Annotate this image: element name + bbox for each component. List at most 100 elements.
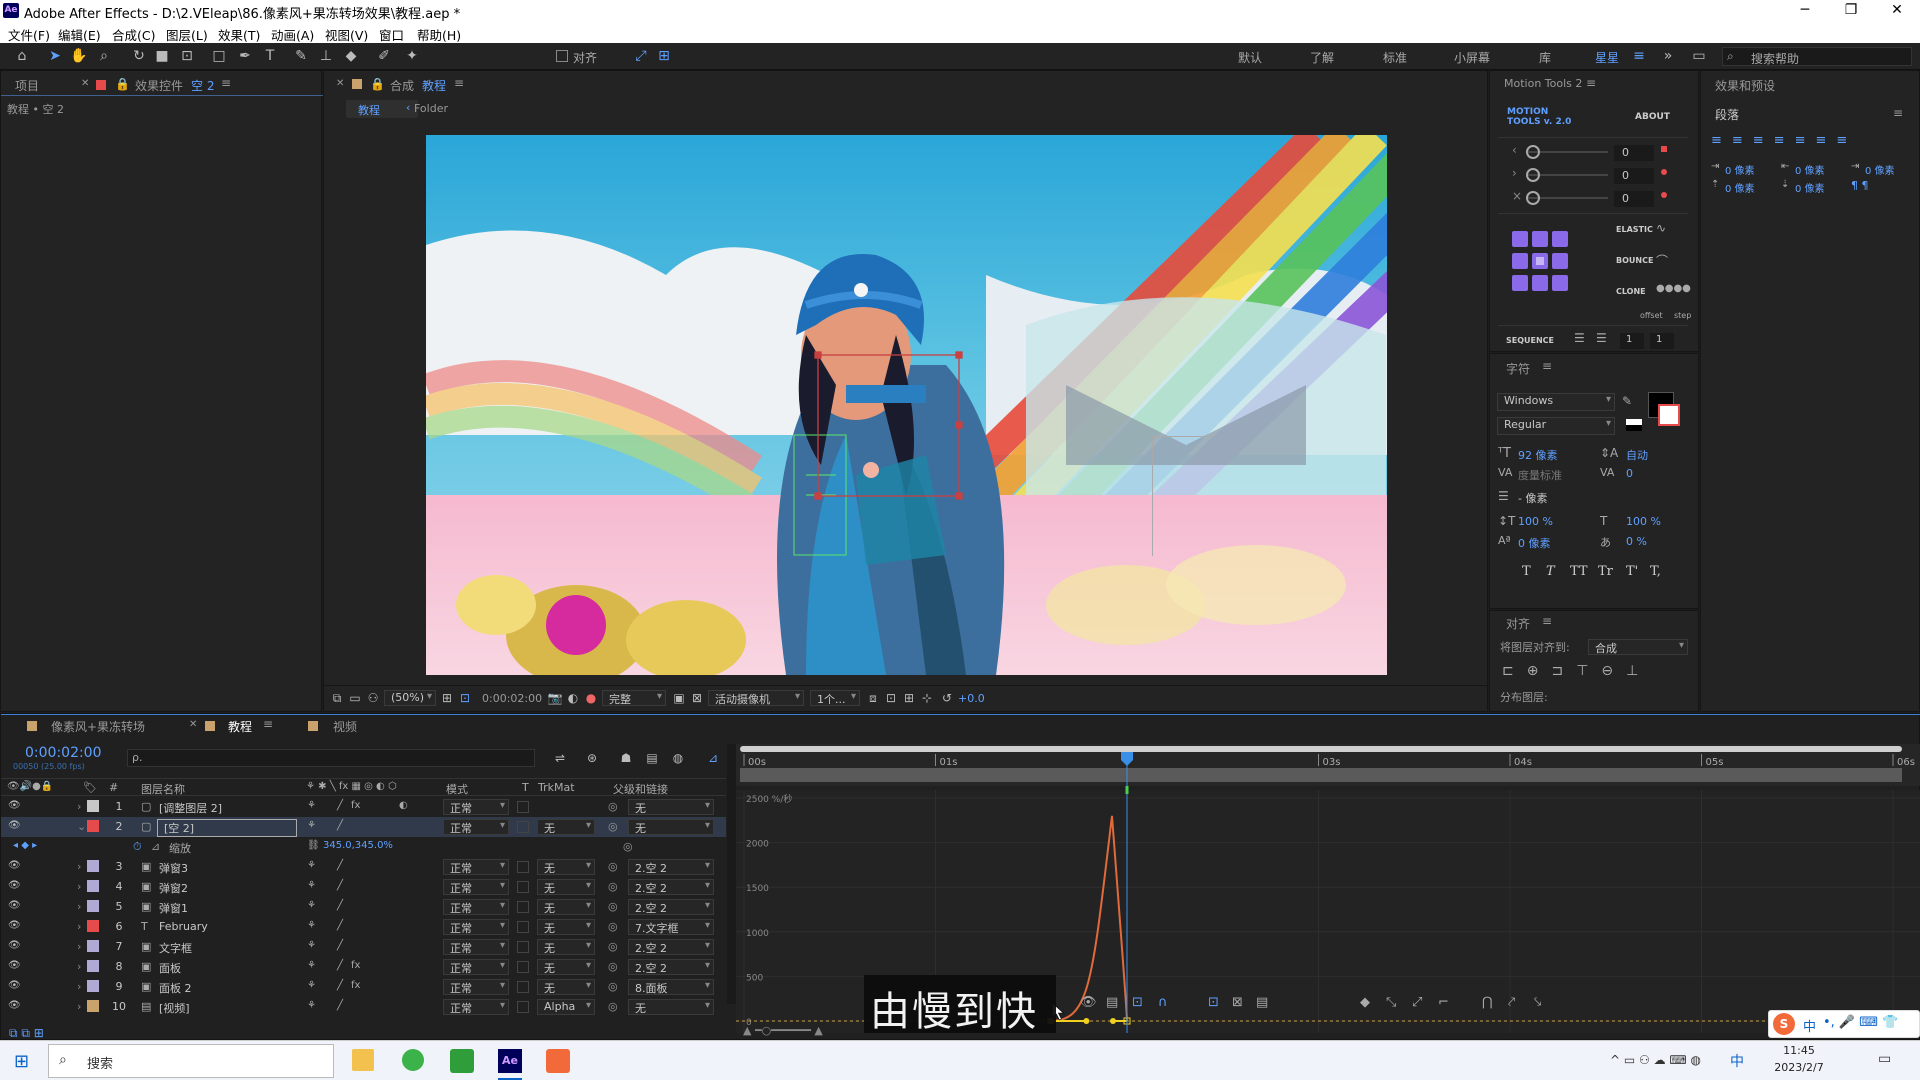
motion-tools-menu-icon[interactable]: ≡ bbox=[1586, 76, 1596, 90]
subscript-button[interactable]: T, bbox=[1650, 564, 1661, 579]
transparency-grid-icon[interactable]: ⊠ bbox=[688, 689, 706, 707]
quality-switch-icon[interactable]: ╱ bbox=[337, 980, 343, 991]
safe-margins-icon[interactable]: ⊡ bbox=[456, 689, 474, 707]
rotate-tool-icon[interactable]: ↻ bbox=[130, 47, 148, 65]
layer-name[interactable]: 弹窗1 bbox=[159, 900, 188, 916]
close-tab-icon[interactable]: ✕ bbox=[81, 78, 89, 89]
shy-switch-icon[interactable]: ⚘ bbox=[307, 820, 316, 831]
visibility-eye-icon[interactable]: 👁 bbox=[8, 800, 21, 811]
parent-pickwhip-icon[interactable]: ◎ bbox=[608, 1000, 618, 1013]
rectangle-tool-icon[interactable]: □ bbox=[210, 47, 228, 65]
blend-mode-select[interactable]: 正常 bbox=[443, 859, 509, 875]
blend-mode-select[interactable]: 正常 bbox=[443, 959, 509, 975]
visibility-eye-icon[interactable]: 👁 bbox=[8, 940, 21, 951]
parent-pickwhip-icon[interactable]: ◎ bbox=[608, 800, 618, 813]
timeline-menu-icon[interactable]: ≡ bbox=[263, 717, 273, 731]
parent-select[interactable]: 2.空 2 bbox=[628, 899, 714, 915]
fast-preview-icon[interactable]: ⊡ bbox=[882, 689, 900, 707]
fx-switch-icon[interactable]: fx bbox=[351, 960, 360, 971]
layer-row[interactable]: 👁 › 10 ▤ [视频] ⚘ ╱ 正常 Alpha ◎ 无 bbox=[1, 997, 726, 1017]
workspace-menu-icon[interactable]: ≡ bbox=[1630, 47, 1648, 65]
3d-view-icon[interactable]: ⧈ bbox=[864, 689, 882, 707]
layer-label-color[interactable] bbox=[87, 1000, 99, 1012]
layer-name[interactable]: February bbox=[159, 920, 208, 933]
visibility-eye-icon[interactable]: 👁 bbox=[8, 820, 21, 831]
expand-arrow-icon[interactable]: › bbox=[77, 920, 81, 933]
layer-name[interactable]: [调整图层 2] bbox=[159, 800, 222, 816]
visibility-eye-icon[interactable]: 👁 bbox=[8, 1000, 21, 1011]
layer-name[interactable]: [视频] bbox=[159, 1000, 190, 1016]
type-tool-icon[interactable]: T bbox=[261, 47, 279, 65]
motion-blur-icon[interactable]: ◍ bbox=[669, 749, 687, 767]
expand-arrow-icon[interactable]: › bbox=[77, 800, 81, 813]
expand-arrow-icon[interactable]: › bbox=[77, 900, 81, 913]
menu-file[interactable]: 文件(F) bbox=[8, 25, 50, 44]
layer-name[interactable]: 面板 bbox=[159, 960, 181, 976]
fit-icon[interactable]: ⊞ bbox=[438, 689, 456, 707]
stopwatch-icon[interactable]: ⏱ bbox=[133, 840, 142, 854]
quality-switch-icon[interactable]: ╱ bbox=[337, 900, 343, 911]
expand-arrow-icon[interactable]: ⌄ bbox=[77, 820, 86, 833]
comp-lock-icon[interactable]: 🔒 bbox=[370, 77, 385, 91]
notification-icon[interactable]: ▭ bbox=[1878, 1051, 1891, 1067]
parent-select[interactable]: 8.面板 bbox=[628, 979, 714, 995]
fx-switch-icon[interactable]: fx bbox=[351, 980, 360, 991]
align-menu-icon[interactable]: ≡ bbox=[1542, 614, 1552, 628]
comp-panel-menu-icon[interactable]: ≡ bbox=[454, 76, 464, 90]
work-area-bar[interactable] bbox=[740, 746, 1902, 752]
property-pickwhip-icon[interactable]: ◎ bbox=[623, 840, 633, 853]
ease-both-slider[interactable] bbox=[1528, 197, 1608, 199]
ease-out-knob[interactable] bbox=[1526, 168, 1540, 182]
reset-exposure-icon[interactable]: ↺ bbox=[938, 689, 956, 707]
separate-dimensions-icon[interactable]: ▤ bbox=[1256, 995, 1268, 1010]
comp-mini-flowchart-icon[interactable]: ⇌ bbox=[551, 749, 569, 767]
snap-grid-icon[interactable]: ⊞ bbox=[655, 47, 673, 65]
indent-right-value[interactable]: 0 像素 bbox=[1795, 162, 1825, 177]
expand-arrow-icon[interactable]: › bbox=[77, 980, 81, 993]
track-matte-select[interactable]: 无 bbox=[537, 819, 595, 835]
auto-bezier-icon[interactable]: ⌐ bbox=[1438, 995, 1449, 1010]
shy-switch-icon[interactable]: ⚘ bbox=[307, 980, 316, 991]
zoom-select[interactable]: (50%) bbox=[384, 690, 436, 706]
justify-buttons-row[interactable]: ≡≡≡≡≡≡≡ bbox=[1711, 133, 1857, 148]
recorder-icon[interactable] bbox=[546, 1049, 570, 1073]
blend-mode-select[interactable]: 正常 bbox=[443, 939, 509, 955]
parent-pickwhip-icon[interactable]: ◎ bbox=[608, 980, 618, 993]
parent-select[interactable]: 无 bbox=[628, 999, 714, 1015]
layer-label-color[interactable] bbox=[87, 900, 99, 912]
kerning-value[interactable]: 度量标准 bbox=[1518, 467, 1562, 483]
layer-row[interactable]: 👁 › 9 ▣ 面板 2 ⚘ ╱ fx 正常 无 ◎ 8.面板 bbox=[1, 977, 726, 997]
ease-in-knob[interactable] bbox=[1526, 145, 1540, 159]
comp-range-bar[interactable] bbox=[740, 768, 1902, 782]
frame-blend-icon[interactable]: ▤ bbox=[643, 749, 661, 767]
easy-ease-icon[interactable]: ⋂ bbox=[1482, 995, 1493, 1010]
home-icon[interactable]: ⌂ bbox=[13, 47, 31, 65]
timeline-timecode[interactable]: 0:00:02:00 bbox=[25, 745, 102, 761]
preserve-transparency-toggle[interactable] bbox=[517, 981, 529, 993]
sequence-button[interactable]: SEQUENCE bbox=[1506, 336, 1554, 345]
close-button[interactable]: ✕ bbox=[1874, 0, 1920, 22]
parent-select[interactable]: 2.空 2 bbox=[628, 879, 714, 895]
visibility-eye-icon[interactable]: 👁 bbox=[8, 980, 21, 991]
font-family-select[interactable]: Windows bbox=[1497, 393, 1615, 411]
sequence-left-icon[interactable]: ☰ bbox=[1574, 331, 1585, 345]
show-properties-icon[interactable]: 👁 bbox=[1080, 995, 1097, 1010]
channel-icon[interactable]: ● bbox=[582, 689, 600, 707]
brush-tool-icon[interactable]: ✎ bbox=[292, 47, 310, 65]
baseline-shift-value[interactable]: 0 像素 bbox=[1518, 535, 1551, 551]
blend-mode-select[interactable]: 正常 bbox=[443, 819, 509, 835]
comp-viewer[interactable] bbox=[426, 135, 1387, 675]
help-search-box[interactable]: ⌕ 搜索帮助 bbox=[1722, 47, 1912, 66]
graph-icon[interactable]: ⊿ bbox=[151, 840, 160, 853]
track-matte-select[interactable]: 无 bbox=[537, 919, 595, 935]
bounce-button[interactable]: BOUNCE bbox=[1616, 256, 1653, 265]
shy-switch-icon[interactable]: ⚘ bbox=[307, 940, 316, 951]
workspace-library[interactable]: 库 bbox=[1539, 49, 1551, 66]
tsume-value[interactable]: 0 % bbox=[1626, 535, 1647, 548]
timeline-splitter[interactable] bbox=[727, 744, 736, 1004]
browser-icon[interactable] bbox=[402, 1049, 424, 1071]
scale-property-value[interactable]: 345.0,345.0% bbox=[323, 840, 393, 851]
layer-name[interactable]: [空 2] bbox=[157, 819, 297, 837]
align-to-select[interactable]: 合成 bbox=[1588, 639, 1688, 655]
parent-select[interactable]: 7.文字框 bbox=[628, 919, 714, 935]
